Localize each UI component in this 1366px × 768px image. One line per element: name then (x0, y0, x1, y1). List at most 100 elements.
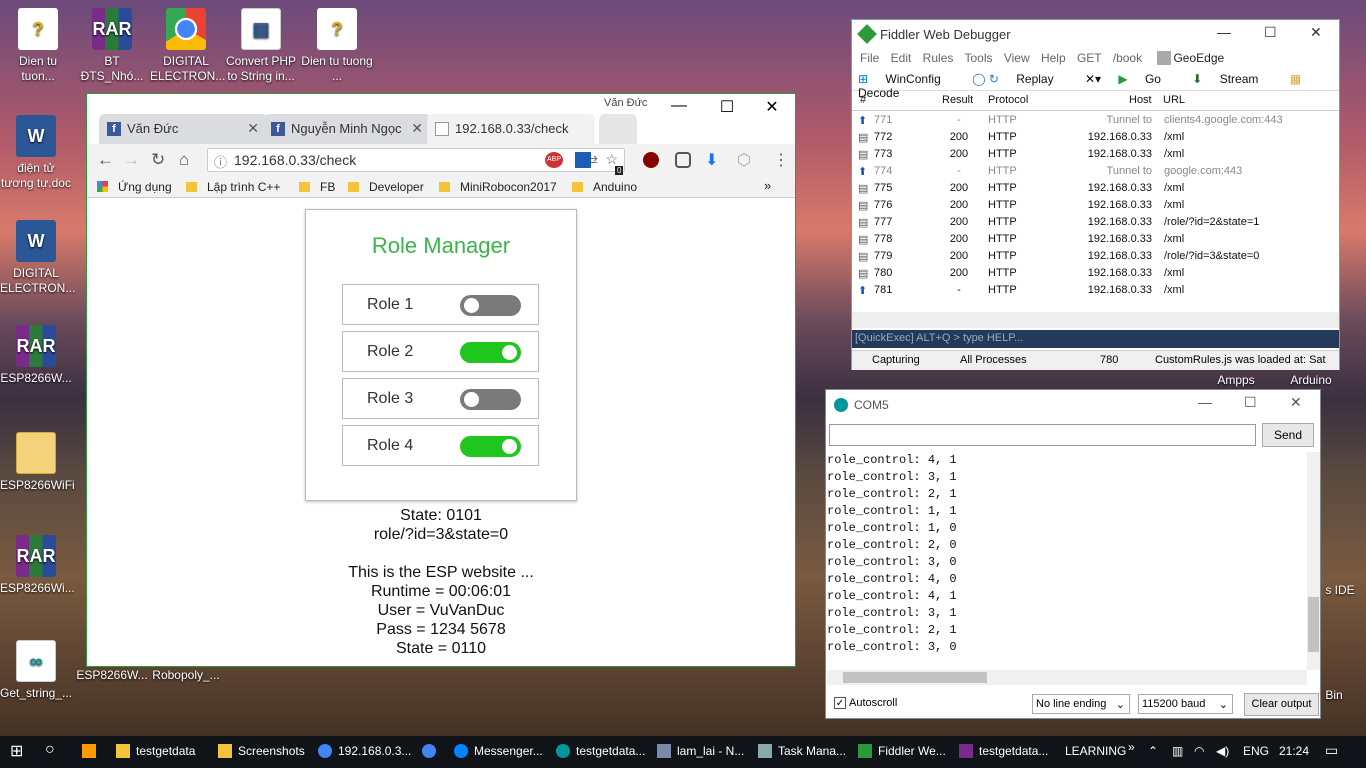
bookmark-item[interactable]: Lập trình C++ (186, 180, 280, 194)
autoscroll-checkbox[interactable]: ✓ Autoscroll (834, 697, 897, 709)
home-icon[interactable]: ⌂ (179, 150, 189, 170)
taskbar-item[interactable]: testgetdata... (959, 744, 1048, 758)
desktop-icon[interactable]: Robopoly_... (150, 668, 222, 683)
taskbar-item[interactable] (422, 744, 442, 758)
send-input[interactable] (829, 424, 1256, 446)
remove-button[interactable]: ✕▾ (1085, 72, 1101, 86)
cube-icon[interactable]: ⬡ (737, 150, 751, 170)
horizontal-scrollbar[interactable] (827, 670, 1307, 685)
role-1-toggle[interactable] (460, 295, 521, 316)
chevron-double-icon[interactable]: » (1128, 740, 1135, 754)
forward-icon[interactable]: → (123, 150, 140, 170)
language-indicator[interactable]: ENG (1243, 744, 1269, 758)
desktop-icon[interactable]: RAR BT ĐTS_Nhó... (76, 8, 148, 84)
replay-button[interactable]: ◯ ↻ Replay (972, 72, 1068, 86)
scroll-thumb[interactable] (1308, 597, 1319, 652)
notification-icon[interactable]: ▭ (1325, 742, 1338, 759)
search-circle-icon[interactable]: ○ (45, 741, 55, 759)
desktop-icon[interactable]: ESP8266W... (76, 668, 148, 683)
desktop-icon[interactable]: ▤ Convert PHP to String in... (225, 8, 297, 84)
quickexec-input[interactable]: [QuickExec] ALT+Q > type HELP... (852, 330, 1339, 348)
desktop-icon[interactable]: ? Dien tu tuon... (2, 8, 74, 84)
role-4-toggle[interactable] (460, 436, 521, 457)
bookmark-item[interactable]: MiniRobocon2017 (439, 180, 557, 194)
desktop-icon[interactable]: ? Dien tu tuong ... (301, 8, 373, 84)
send-button[interactable]: Send (1262, 423, 1314, 447)
close-tab-icon[interactable]: ✕ (411, 120, 423, 137)
maximize-icon[interactable]: ☐ (707, 97, 747, 117)
bookmarks-more-icon[interactable]: » (764, 178, 771, 193)
session-row[interactable]: ▤ 780 200 HTTP 192.168.0.33/xml (852, 264, 1339, 281)
media-app-icon[interactable] (82, 744, 102, 758)
maximize-icon[interactable]: ☐ (1264, 24, 1277, 41)
profile-name[interactable]: Văn Đức (604, 97, 647, 109)
info-icon[interactable]: ⓘ (214, 152, 227, 171)
wifi-icon[interactable]: ◠ (1194, 744, 1204, 758)
tab-nguyen-minh-ngoc[interactable]: f Nguyễn Minh Ngọc ✕ (263, 114, 431, 144)
close-icon[interactable]: ✕ (752, 97, 792, 117)
desktop-icon[interactable]: Ampps (1200, 373, 1272, 388)
tab-check[interactable]: 192.168.0.33/check (427, 114, 595, 144)
maximize-icon[interactable]: ☐ (1244, 394, 1257, 411)
desktop-icon[interactable]: RAR ESP8266Wi... (0, 535, 75, 596)
ublock-icon[interactable] (643, 152, 659, 168)
bookmark-item[interactable]: Developer (348, 180, 424, 194)
taskbar-item[interactable]: Screenshots (218, 744, 305, 758)
minimize-icon[interactable]: — (1198, 394, 1212, 410)
reload-icon[interactable]: ↻ (151, 150, 165, 170)
role-3-toggle[interactable] (460, 389, 521, 410)
taskbar-item[interactable]: testgetdata... (556, 744, 645, 758)
session-row[interactable]: ▤ 776 200 HTTP 192.168.0.33/xml (852, 196, 1339, 213)
fiddler-menu[interactable]: File Edit Rules Tools View Help GET /boo… (852, 48, 1339, 68)
clock[interactable]: 21:24 (1279, 744, 1309, 758)
baud-select[interactable]: 115200 baud ⌄ (1138, 694, 1233, 714)
scroll-thumb[interactable] (843, 672, 987, 683)
stream-button[interactable]: ⬇ Stream (1192, 72, 1272, 86)
apps-bookmark[interactable]: Ứng dụng (97, 180, 172, 194)
bookmark-item[interactable]: Anduino (572, 180, 637, 194)
minimize-icon[interactable]: — (1217, 24, 1231, 40)
session-row[interactable]: ▤ 773 200 HTTP 192.168.0.33/xml (852, 145, 1339, 162)
minimize-icon[interactable]: — (659, 97, 699, 115)
desktop-icon[interactable]: ESP8266WiFi (0, 432, 75, 493)
volume-icon[interactable]: ◀) (1216, 744, 1229, 758)
go-button[interactable]: ▶ Go (1118, 72, 1175, 86)
new-tab-button[interactable] (599, 114, 637, 144)
taskbar-item[interactable]: lam_lai - N... (657, 744, 744, 758)
tab-van-duc[interactable]: f Văn Đức ✕ (99, 114, 267, 144)
capturing-status[interactable]: Capturing (872, 354, 920, 366)
download-icon[interactable]: ⬇ (705, 150, 718, 170)
desktop-icon[interactable]: ∞ Get_string_... (0, 640, 72, 701)
taskbar-item[interactable]: testgetdata (116, 744, 195, 758)
winconfig-button[interactable]: ⊞ WinConfig (858, 72, 955, 86)
back-icon[interactable]: ← (97, 150, 114, 170)
close-icon[interactable]: ✕ (1310, 24, 1322, 41)
taskbar-item[interactable]: Fiddler We... (858, 744, 946, 758)
extension-icon[interactable] (575, 152, 591, 168)
desktop-icon[interactable]: RAR ESP8266W... (0, 325, 72, 386)
extension-icon[interactable] (675, 152, 691, 168)
close-icon[interactable]: ✕ (1290, 394, 1302, 411)
desktop-icon[interactable]: DIGITAL ELECTRON... (150, 8, 225, 84)
session-row[interactable]: ▤ 772 200 HTTP 192.168.0.33/xml (852, 128, 1339, 145)
desktop-icon[interactable]: Wđiện tử tương tự.doc (0, 115, 72, 191)
desktop-icon[interactable]: Arduino (1275, 373, 1347, 388)
menu-icon[interactable]: ⋮ (773, 150, 789, 170)
line-ending-select[interactable]: No line ending ⌄ (1032, 694, 1130, 714)
chevron-up-icon[interactable]: ⌃ (1148, 744, 1158, 758)
session-row[interactable]: ⬆ 771 - HTTP Tunnel to clients4.google.com:44… (852, 111, 1339, 128)
network-icon[interactable]: ▥ (1172, 744, 1183, 758)
bookmark-item[interactable]: FB (299, 180, 335, 194)
taskbar-item[interactable]: Task Mana... (758, 744, 846, 758)
desktop-icon[interactable]: W DIGITAL ELECTRON... (0, 220, 75, 296)
close-tab-icon[interactable]: ✕ (247, 120, 259, 137)
taskbar-item[interactable]: 192.168.0.3... (318, 744, 411, 758)
role-2-toggle[interactable] (460, 342, 521, 363)
horizontal-scrollbar[interactable] (852, 312, 1339, 328)
adblock-icon[interactable]: ABP (545, 152, 563, 168)
clear-output-button[interactable]: Clear output (1244, 693, 1319, 716)
session-row[interactable]: ▤ 775 200 HTTP 192.168.0.33/xml (852, 179, 1339, 196)
process-filter[interactable]: All Processes (960, 354, 1027, 366)
vertical-scrollbar[interactable] (1307, 452, 1320, 670)
session-row[interactable]: ▤ 777 200 HTTP 192.168.0.33/role/?id=2&state… (852, 213, 1339, 230)
